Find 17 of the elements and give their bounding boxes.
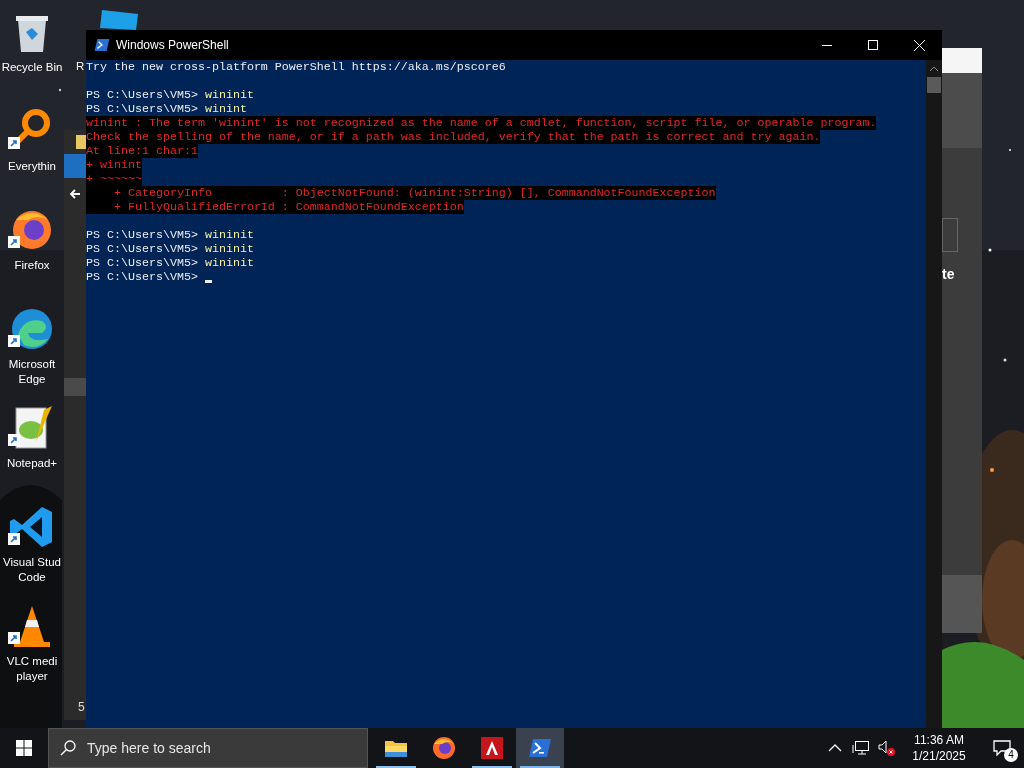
notification-button[interactable]: 4 bbox=[980, 728, 1024, 768]
folder-icon bbox=[384, 738, 408, 758]
search-field[interactable]: Type here to search bbox=[48, 728, 368, 768]
globe-icon bbox=[432, 736, 456, 760]
clock-date[interactable]: 1/21/2025 bbox=[912, 748, 966, 764]
network-icon[interactable] bbox=[852, 740, 870, 756]
document-icon bbox=[481, 737, 503, 759]
running-indicator bbox=[520, 766, 560, 768]
running-indicator bbox=[376, 766, 416, 768]
terminal-icon bbox=[528, 738, 552, 758]
search-icon bbox=[60, 740, 76, 756]
windows-logo-icon bbox=[16, 740, 32, 756]
speaker-muted-icon[interactable] bbox=[878, 740, 896, 756]
notification-count: 4 bbox=[1004, 748, 1018, 762]
clock-time[interactable]: 11:36 AM bbox=[914, 732, 964, 748]
running-indicator bbox=[472, 766, 512, 768]
chevron-up-icon[interactable] bbox=[828, 744, 842, 752]
